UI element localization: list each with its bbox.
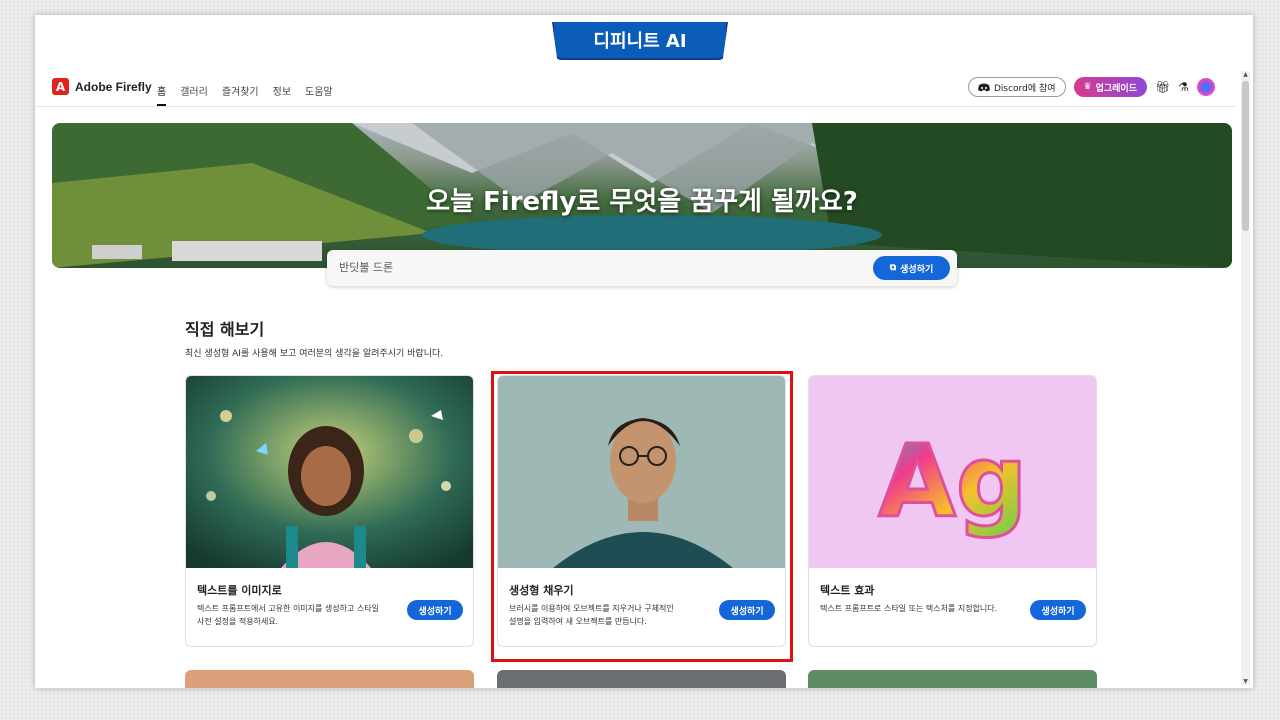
- man-portrait-image: [498, 376, 785, 568]
- section-description: 최신 생성형 AI를 사용해 보고 여러분의 생각을 알려주시기 바랍니다.: [185, 349, 444, 359]
- card-title: 생성형 채우기: [509, 584, 574, 597]
- card-generate-button[interactable]: 생성하기: [1030, 600, 1086, 620]
- card-desc-line: 설명을 입력하여 새 오브젝트를 만듭니다.: [509, 617, 647, 626]
- furry-ag-image: Ag: [809, 376, 1096, 568]
- page-scrollbar[interactable]: ▲ ▼: [1241, 71, 1250, 685]
- girl-butterflies-image: [186, 376, 473, 568]
- card-generate-button[interactable]: 생성하기: [719, 600, 775, 620]
- prompt-bar: ⧉ 생성하기: [327, 250, 957, 286]
- scroll-thumb[interactable]: [1242, 81, 1249, 231]
- card-generative-fill[interactable]: 생성형 채우기 브러시를 이용하여 오브젝트를 지우거나 구체적인 설명을 입력…: [497, 375, 786, 647]
- ag-art-text: Ag: [879, 423, 1028, 540]
- hero-generate-button[interactable]: ⧉ 생성하기: [873, 256, 950, 280]
- card-peek[interactable]: [497, 670, 786, 688]
- card-peek[interactable]: [808, 670, 1097, 688]
- discord-join-button[interactable]: Discord에 참여: [967, 77, 1066, 97]
- nav-home[interactable]: 홈: [157, 83, 167, 106]
- app-header: A Adobe Firefly 홈 갤러리 즐겨찾기 정보 도움말 Discor…: [35, 73, 1235, 107]
- card-description: 텍스트 프롬프트로 스타일 또는 텍스처를 지정합니다.: [820, 602, 1020, 615]
- crown-icon: ♛: [1083, 82, 1092, 92]
- upgrade-label: 업그레이드: [1095, 83, 1137, 94]
- hero-generate-label: 생성하기: [900, 264, 934, 275]
- main-nav: 홈 갤러리 즐겨찾기 정보 도움말: [157, 83, 333, 106]
- nav-favorites[interactable]: 즐겨찾기: [222, 83, 259, 106]
- logo-text: Adobe Firefly: [75, 79, 152, 94]
- scroll-up-arrow[interactable]: ▲: [1241, 71, 1250, 78]
- external-link-icon: ⧉: [889, 263, 897, 273]
- nav-about[interactable]: 정보: [273, 83, 291, 106]
- nav-help[interactable]: 도움말: [305, 83, 333, 106]
- section-title: 직접 해보기: [185, 320, 265, 339]
- adobe-firefly-logo[interactable]: A Adobe Firefly: [52, 78, 152, 95]
- scroll-down-arrow[interactable]: ▼: [1241, 678, 1250, 685]
- upgrade-button[interactable]: ♛ 업그레이드: [1073, 77, 1147, 97]
- flask-icon[interactable]: ⚗: [1178, 80, 1189, 94]
- card-title: 텍스트 효과: [820, 584, 875, 597]
- card-generate-button[interactable]: 생성하기: [407, 600, 463, 620]
- gift-icon[interactable]: 🎁︎: [1155, 80, 1170, 94]
- card-desc-line: 텍스트 프롬프트로 스타일 또는 텍스처를 지정합니다.: [820, 604, 998, 613]
- prompt-input[interactable]: [339, 260, 819, 273]
- profile-avatar[interactable]: [1197, 78, 1215, 96]
- hero-title: 오늘 Firefly로 무엇을 꿈꾸게 될까요?: [426, 187, 858, 217]
- browser-frame: A Adobe Firefly 홈 갤러리 즐겨찾기 정보 도움말 Discor…: [35, 15, 1253, 688]
- nav-gallery[interactable]: 갤러리: [180, 83, 208, 106]
- discord-label: Discord에 참여: [993, 83, 1056, 94]
- adobe-logo-icon: A: [52, 78, 69, 95]
- card-peek[interactable]: [185, 670, 474, 688]
- card-title: 텍스트를 이미지로: [197, 584, 282, 597]
- card-desc-line: 브러시를 이용하여 오브젝트를 지우거나 구체적인: [509, 604, 674, 613]
- brand-overlay-tab: 디피니트 AI: [552, 22, 728, 60]
- hero-banner: 오늘 Firefly로 무엇을 꿈꾸게 될까요?: [52, 123, 1232, 268]
- header-actions: Discord에 참여 ♛ 업그레이드 🎁︎ ⚗: [967, 77, 1215, 97]
- card-text-to-image[interactable]: 텍스트를 이미지로 텍스트 프롬프트에서 고유한 이미지를 생성하고 스타일 사…: [185, 375, 474, 647]
- card-desc-line: 사전 설정을 적용하세요.: [197, 617, 279, 626]
- card-description: 브러시를 이용하여 오브젝트를 지우거나 구체적인 설명을 입력하여 새 오브젝…: [509, 602, 709, 628]
- card-description: 텍스트 프롬프트에서 고유한 이미지를 생성하고 스타일 사전 설정을 적용하세…: [197, 602, 397, 628]
- discord-icon: [977, 83, 990, 91]
- card-text-effects[interactable]: Ag 텍스트 효과 텍스트 프롬프트로 스타일 또는 텍스처를 지정합니다. 생…: [808, 375, 1097, 647]
- card-desc-line: 텍스트 프롬프트에서 고유한 이미지를 생성하고 스타일: [197, 604, 379, 613]
